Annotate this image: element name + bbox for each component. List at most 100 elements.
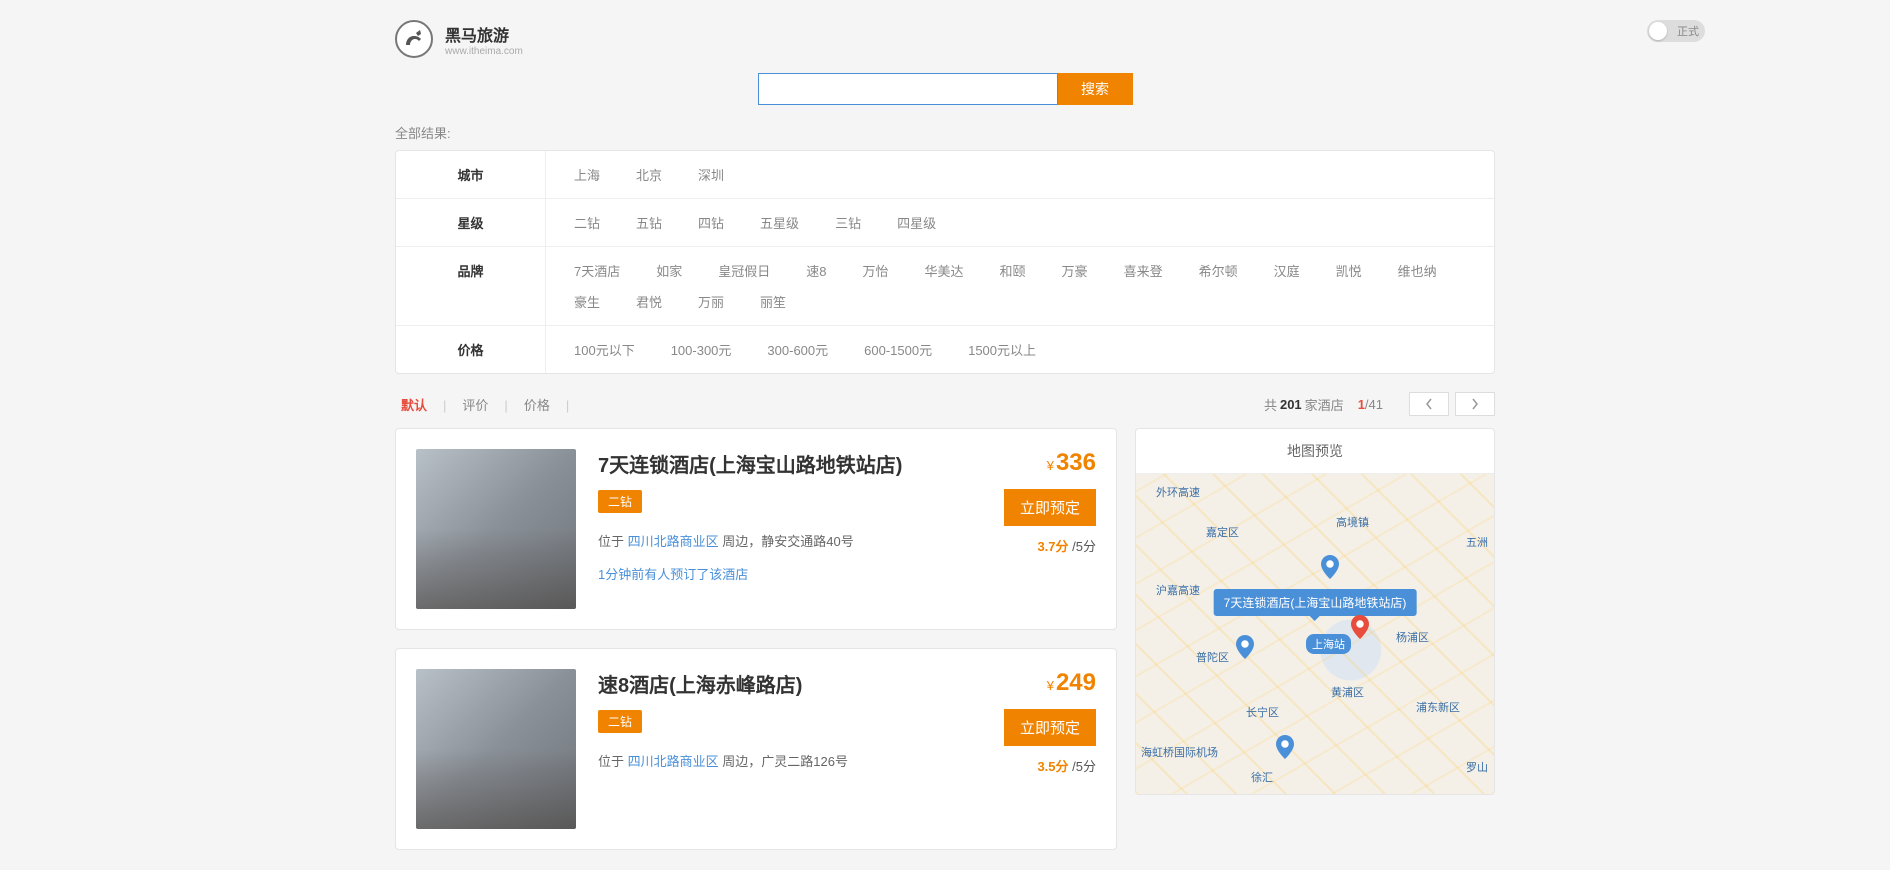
hotel-score: 3.5分 /5分 xyxy=(986,756,1096,775)
map-district-label: 普陀区 xyxy=(1196,649,1229,665)
filter-item[interactable]: 四钻 xyxy=(680,207,742,238)
filter-item[interactable]: 凯悦 xyxy=(1318,255,1380,286)
chevron-right-icon xyxy=(1471,398,1479,410)
map-district-label: 外环高速 xyxy=(1156,484,1200,500)
hotel-name[interactable]: 速8酒店(上海赤峰路店) xyxy=(598,669,964,698)
toggle-label: 正式 xyxy=(1677,23,1699,39)
map-tooltip: 7天连锁酒店(上海宝山路地铁站店) xyxy=(1214,589,1417,616)
hotel-image xyxy=(416,449,576,609)
filter-item[interactable]: 万怡 xyxy=(845,255,907,286)
filter-label: 城市 xyxy=(396,151,546,198)
filter-item[interactable]: 100元以下 xyxy=(556,334,653,365)
map-district-label: 海虹桥国际机场 xyxy=(1141,744,1218,760)
map-district-label: 沪嘉高速 xyxy=(1156,582,1200,598)
filter-item[interactable]: 喜来登 xyxy=(1106,255,1181,286)
page-total: /41 xyxy=(1365,397,1383,412)
map-district-label: 长宁区 xyxy=(1246,704,1279,720)
map-card: 地图预览 7天连锁酒店(上海宝山路地铁站店) 上海站 外环高速嘉定区 高境镇五洲沪… xyxy=(1135,428,1495,795)
results-label: 全部结果: xyxy=(395,123,1495,142)
filter-item[interactable]: 四星级 xyxy=(879,207,954,238)
separator: | xyxy=(504,398,507,413)
map-district-label: 杨浦区 xyxy=(1396,629,1429,645)
summary-count: 201 xyxy=(1280,397,1302,412)
hotel-name[interactable]: 7天连锁酒店(上海宝山路地铁站店) xyxy=(598,449,964,478)
filter-item[interactable]: 7天酒店 xyxy=(556,255,638,286)
hotel-area[interactable]: 四川北路商业区 xyxy=(628,534,719,549)
hotel-card: 速8酒店(上海赤峰路店) 二钻 位于 四川北路商业区 周边，广灵二路126号 ¥… xyxy=(395,648,1117,850)
search-button[interactable]: 搜索 xyxy=(1058,73,1133,105)
map-district-label: 徐汇 xyxy=(1251,769,1273,785)
brand-title: 黑马旅游 xyxy=(445,22,523,46)
sort-tab[interactable]: 价格 xyxy=(518,398,556,413)
book-button[interactable]: 立即预定 xyxy=(1004,489,1096,526)
filter-label: 价格 xyxy=(396,326,546,373)
search-bar: 搜索 xyxy=(395,73,1495,105)
brand-logo xyxy=(395,20,433,58)
filter-item[interactable]: 600-1500元 xyxy=(846,334,950,365)
filter-item[interactable]: 二钻 xyxy=(556,207,618,238)
map-district-label: 嘉定区 xyxy=(1206,524,1239,540)
filter-item[interactable]: 万丽 xyxy=(680,286,742,317)
sort-tab[interactable]: 评价 xyxy=(456,398,494,413)
filter-item[interactable]: 100-300元 xyxy=(653,334,750,365)
hotel-price: ¥249 xyxy=(986,669,1096,697)
filter-item[interactable]: 维也纳 xyxy=(1380,255,1455,286)
filter-panel: 城市上海北京深圳星级二钻五钻四钻五星级三钻四星级品牌 7天酒店如家皇冠假日速8万怡… xyxy=(395,150,1495,374)
filter-label: 星级 xyxy=(396,199,546,246)
summary-suffix: 家酒店 xyxy=(1305,395,1344,414)
filter-item[interactable]: 华美达 xyxy=(907,255,982,286)
hotel-image xyxy=(416,669,576,829)
filter-item[interactable]: 北京 xyxy=(618,159,680,190)
hotel-card: 7天连锁酒店(上海宝山路地铁站店) 二钻 位于 四川北路商业区 周边，静安交通路… xyxy=(395,428,1117,630)
next-page-button[interactable] xyxy=(1455,392,1495,416)
toggle-knob xyxy=(1649,22,1667,40)
map-title: 地图预览 xyxy=(1136,429,1494,474)
filter-item[interactable]: 君悦 xyxy=(618,286,680,317)
filter-item[interactable]: 丽笙 xyxy=(742,286,804,317)
search-input[interactable] xyxy=(758,73,1058,105)
book-button[interactable]: 立即预定 xyxy=(1004,709,1096,746)
map-pin-icon[interactable] xyxy=(1276,734,1294,760)
header: 黑马旅游 www.itheima.com 正式 xyxy=(395,20,1495,58)
filter-item[interactable]: 皇冠假日 xyxy=(700,255,788,286)
filter-item[interactable]: 汉庭 xyxy=(1256,255,1318,286)
map-district-label: 浦东新区 xyxy=(1416,699,1460,715)
map-district-label: 高境镇 xyxy=(1336,514,1369,530)
hotel-score: 3.7分 /5分 xyxy=(986,536,1096,555)
filter-item[interactable]: 和颐 xyxy=(982,255,1044,286)
map-district-label: 罗山 xyxy=(1466,759,1488,775)
chevron-left-icon xyxy=(1425,398,1433,410)
hotel-tag: 二钻 xyxy=(598,710,642,733)
filter-item[interactable]: 豪生 xyxy=(556,286,618,317)
filter-item[interactable]: 如家 xyxy=(638,255,700,286)
map-district-label: 黄浦区 xyxy=(1331,684,1364,700)
hotel-location: 位于 四川北路商业区 周边，广灵二路126号 xyxy=(598,751,964,770)
filter-item[interactable]: 万豪 xyxy=(1044,255,1106,286)
hotel-note: 1分钟前有人预订了该酒店 xyxy=(598,564,964,583)
filter-item[interactable]: 五钻 xyxy=(618,207,680,238)
filter-item[interactable]: 300-600元 xyxy=(749,334,846,365)
filter-item[interactable]: 深圳 xyxy=(680,159,742,190)
map-pin-icon[interactable] xyxy=(1236,634,1254,660)
filter-item[interactable]: 希尔顿 xyxy=(1181,255,1256,286)
hotel-area[interactable]: 四川北路商业区 xyxy=(628,754,719,769)
filter-item[interactable]: 速8 xyxy=(788,255,844,286)
sort-tab[interactable]: 默认 xyxy=(395,398,433,413)
prev-page-button[interactable] xyxy=(1409,392,1449,416)
filter-item[interactable]: 五星级 xyxy=(742,207,817,238)
mode-toggle[interactable]: 正式 xyxy=(1647,20,1705,42)
summary-prefix: 共 xyxy=(1264,395,1277,414)
map-pin-icon[interactable] xyxy=(1351,614,1369,640)
filter-item[interactable]: 1500元以上 xyxy=(950,334,1054,365)
filter-item[interactable]: 三钻 xyxy=(817,207,879,238)
map-canvas[interactable]: 7天连锁酒店(上海宝山路地铁站店) 上海站 外环高速嘉定区 高境镇五洲沪嘉高速普陀… xyxy=(1136,474,1494,794)
map-district-label: 五洲 xyxy=(1466,534,1488,550)
filter-label: 品牌 xyxy=(396,247,546,325)
map-station-label: 上海站 xyxy=(1306,634,1351,654)
map-pin-icon[interactable] xyxy=(1321,554,1339,580)
filter-item[interactable]: 上海 xyxy=(556,159,618,190)
sort-bar: 默认|评价|价格| 共 201 家酒店 1 /41 xyxy=(395,392,1495,416)
hotel-price: ¥336 xyxy=(986,449,1096,477)
page-current: 1 xyxy=(1358,397,1365,412)
hotel-list: 7天连锁酒店(上海宝山路地铁站店) 二钻 位于 四川北路商业区 周边，静安交通路… xyxy=(395,428,1117,868)
